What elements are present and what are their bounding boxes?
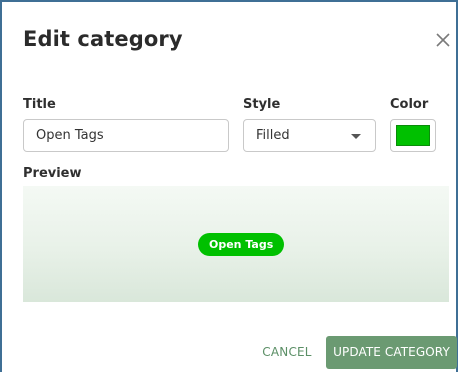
color-swatch [396, 125, 430, 146]
title-input[interactable] [23, 119, 229, 152]
style-select-value: Filled [256, 128, 290, 143]
edit-category-dialog: Edit category Title Style Filled Color P… [0, 0, 458, 372]
color-field-label: Color [390, 97, 429, 112]
dialog-title: Edit category [23, 27, 183, 51]
close-button[interactable] [434, 31, 452, 49]
style-select[interactable]: Filled [243, 119, 376, 152]
caret-down-icon [351, 134, 361, 139]
update-category-button[interactable]: UPDATE CATEGORY [326, 336, 457, 369]
title-field-label: Title [23, 97, 56, 112]
preview-tag: Open Tags [198, 233, 285, 256]
color-picker-button[interactable] [390, 119, 436, 152]
preview-area: Open Tags [23, 186, 449, 302]
preview-label: Preview [23, 166, 82, 181]
close-icon [434, 31, 452, 49]
cancel-button[interactable]: CANCEL [259, 336, 315, 368]
style-field-label: Style [243, 97, 281, 112]
